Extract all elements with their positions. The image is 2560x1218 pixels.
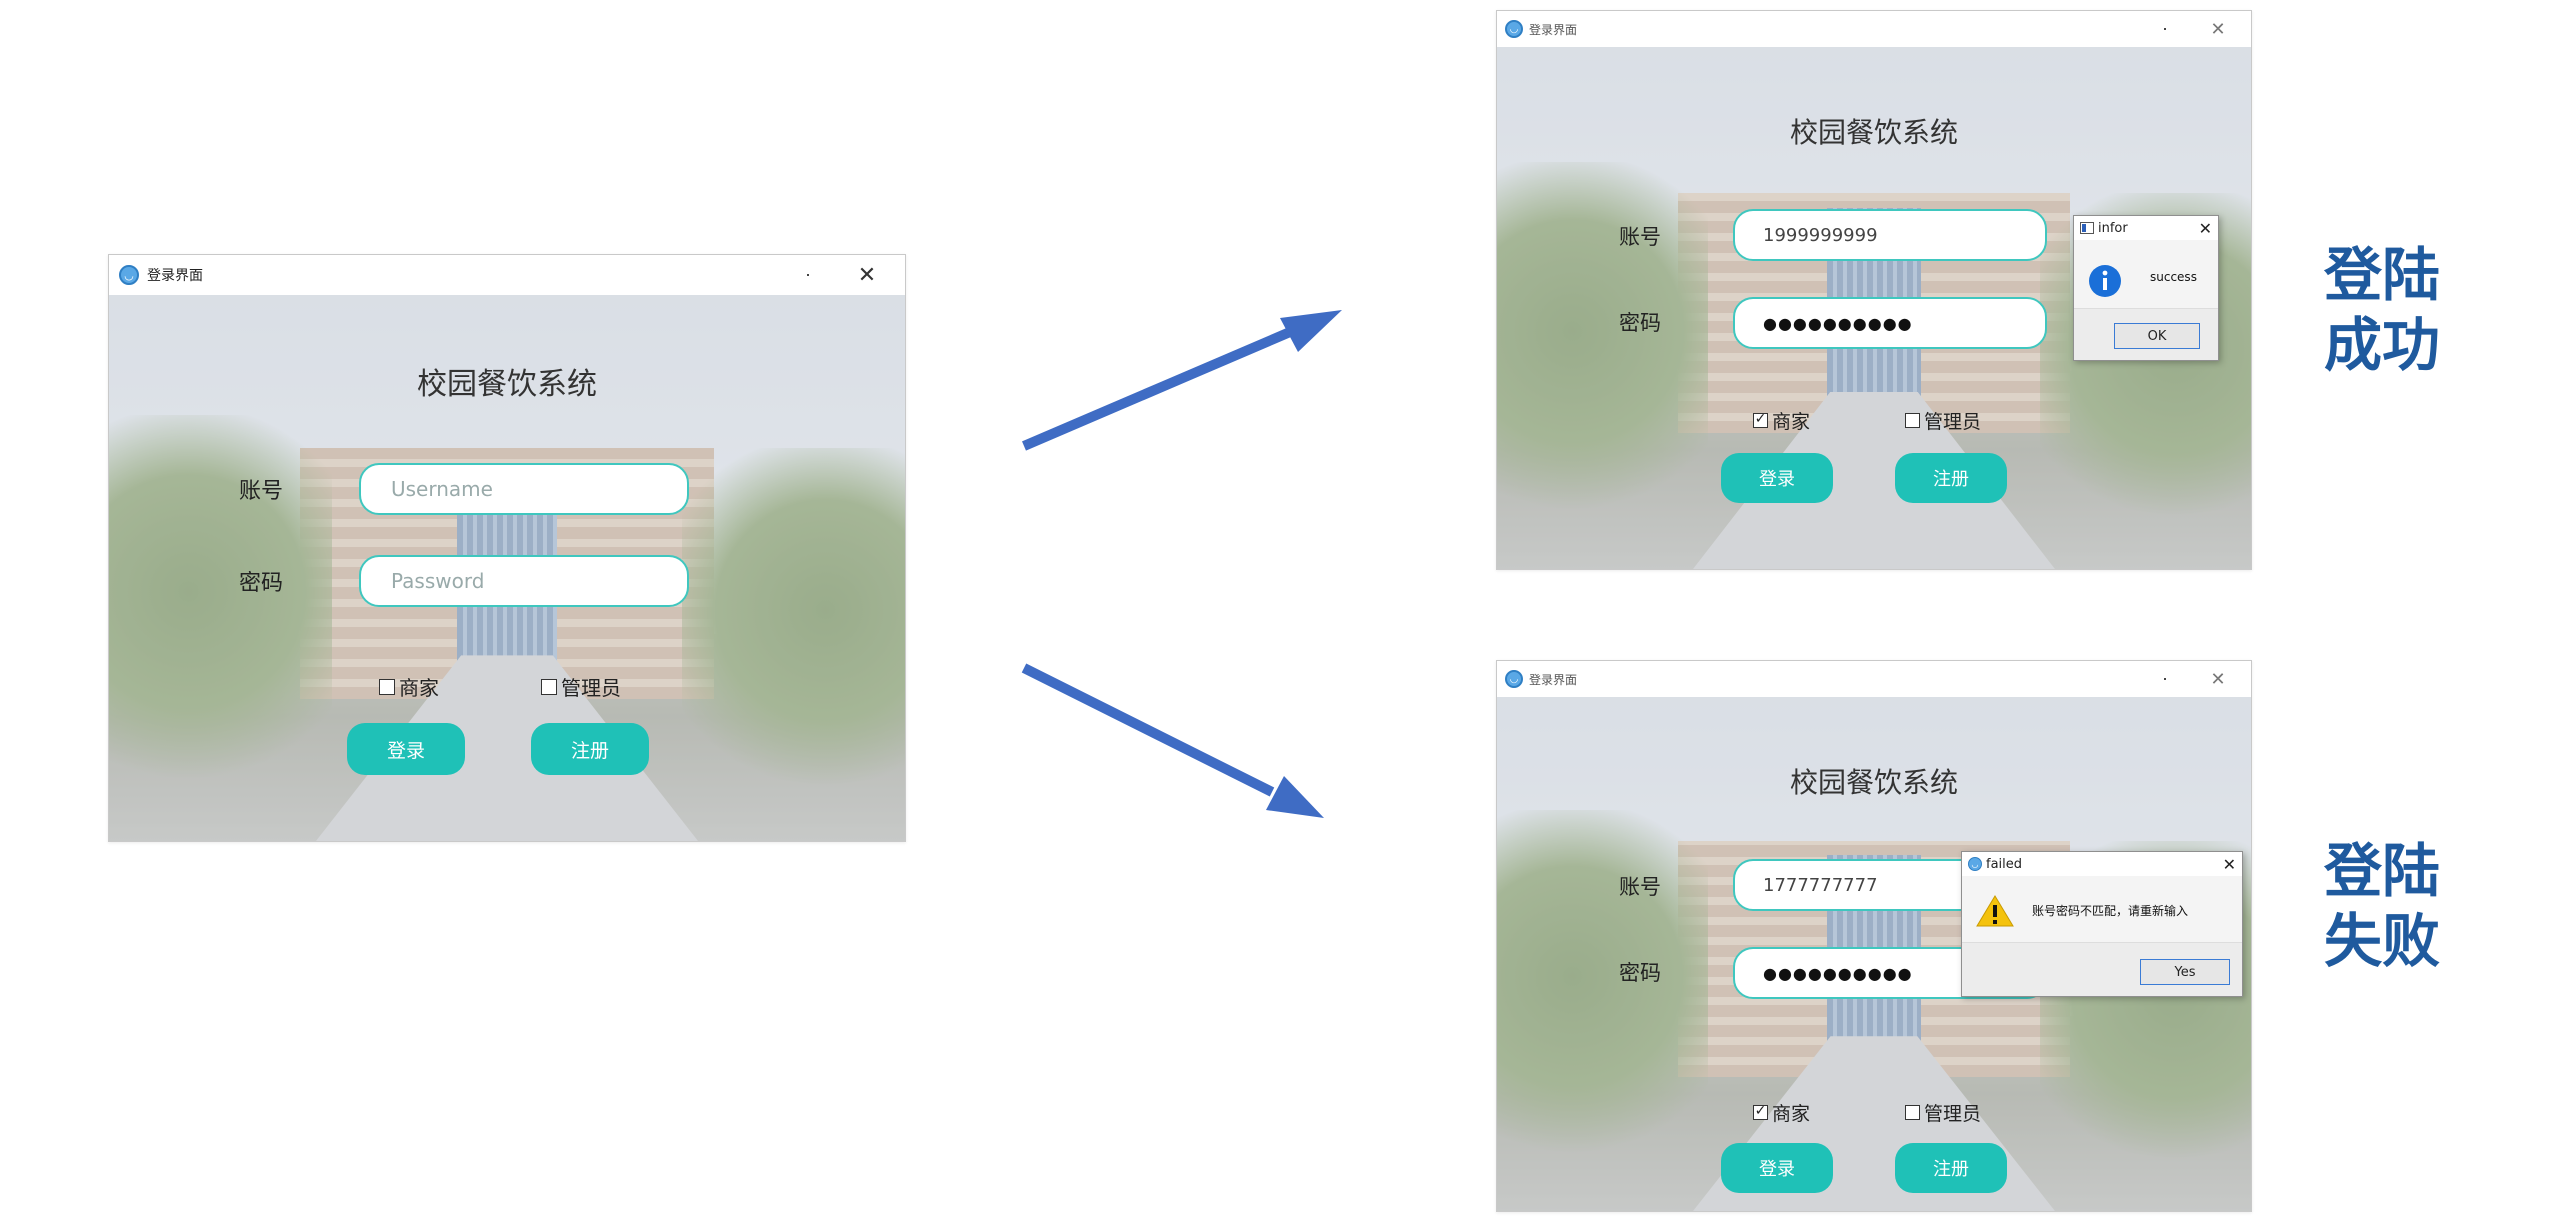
username-input[interactable]: 1999999999 [1733, 209, 2047, 261]
info-icon [2089, 265, 2121, 297]
warning-icon [1976, 895, 2014, 927]
checkbox-box[interactable] [1905, 1105, 1920, 1120]
dialog-title: failed [1986, 856, 2023, 872]
caption-line: 登陆 [2324, 837, 2441, 905]
app-logo-icon: ◡ [1505, 670, 1523, 688]
arrow-to-failure [1021, 663, 1324, 818]
title-bar: ◡ 登录界面 ✕ [1497, 11, 2251, 47]
minimize-button[interactable] [2081, 661, 2137, 697]
register-button[interactable]: 注册 [1895, 1143, 2007, 1193]
close-icon[interactable]: ✕ [2199, 219, 2212, 238]
arrow-to-success [1022, 310, 1342, 451]
account-label: 账号 [1619, 225, 1661, 249]
merchant-checkbox[interactable]: 商家 [1753, 1099, 1810, 1126]
failed-dialog: ◡ failed ✕ 账号密码不匹配，请重新输入 Yes [1961, 851, 2243, 997]
admin-label: 管理员 [1924, 1103, 1982, 1125]
register-button[interactable]: 注册 [1895, 453, 2007, 503]
merchant-label: 商家 [1772, 1103, 1811, 1125]
dialog-message: success [2150, 270, 2197, 284]
checkbox-box-checked[interactable] [1753, 411, 1768, 428]
maximize-button[interactable] [2137, 11, 2193, 47]
login-button[interactable]: 登录 [1721, 453, 1833, 503]
maximize-button[interactable] [2137, 661, 2193, 697]
dialog-message: 账号密码不匹配，请重新输入 [2032, 904, 2189, 918]
password-label: 密码 [1619, 311, 1661, 335]
title-bar: ◡ 登录界面 ✕ [1497, 661, 2251, 697]
checkbox-box[interactable] [1905, 413, 1920, 428]
caption-line: 成功 [2324, 311, 2441, 379]
merchant-checkbox[interactable]: 商家 [1753, 407, 1810, 434]
close-button[interactable]: ✕ [2193, 11, 2243, 47]
system-title: 校园餐饮系统 [1789, 766, 1958, 799]
login-panel: 校园餐饮系统 账号 1777777777 密码 ●●●●●●●●●● 商家 管理… [1497, 697, 2251, 1211]
admin-checkbox[interactable]: 管理员 [1905, 407, 1981, 434]
admin-checkbox[interactable]: 管理员 [1905, 1099, 1981, 1126]
login-panel: 校园餐饮系统 账号 1999999999 密码 ●●●●●●●●●● 商家 管理… [1497, 47, 2251, 569]
failure-caption: 登陆 失败 [2324, 836, 2440, 976]
password-label: 密码 [1619, 961, 1661, 985]
window-title: 登录界面 [1529, 672, 1578, 687]
login-button[interactable]: 登录 [1721, 1143, 1833, 1193]
app-logo-icon: ◡ [1968, 857, 1982, 871]
close-button[interactable]: ✕ [2193, 661, 2243, 697]
caption-line: 登陆 [2324, 241, 2441, 309]
account-label: 账号 [1619, 875, 1661, 899]
login-window-failure: ◡ 登录界面 ✕ 校园餐饮系统 账号 1777777777 密码 ●●●●●●●… [1496, 660, 2252, 1212]
login-window-success: ◡ 登录界面 ✕ 校园餐饮系统 账号 1999999999 密码 ●●●●●●●… [1496, 10, 2252, 570]
close-icon[interactable]: ✕ [2223, 855, 2236, 874]
caption-line: 失败 [2324, 907, 2441, 975]
app-logo-icon: ◡ [1505, 20, 1523, 38]
merchant-label: 商家 [1772, 411, 1811, 433]
minimize-button[interactable] [2081, 11, 2137, 47]
dialog-title-bar: infor ✕ [2074, 216, 2218, 240]
info-dialog: infor ✕ success OK [2073, 215, 2219, 361]
system-title: 校园餐饮系统 [1789, 116, 1958, 149]
admin-label: 管理员 [1924, 411, 1982, 433]
yes-button[interactable]: Yes [2140, 959, 2230, 985]
checkbox-box-checked[interactable] [1753, 1103, 1768, 1120]
dialog-footer: OK [2074, 308, 2218, 360]
window-title: 登录界面 [1529, 22, 1578, 37]
window-icon [2080, 222, 2094, 234]
ok-button[interactable]: OK [2114, 323, 2200, 349]
password-input[interactable]: ●●●●●●●●●● [1733, 297, 2047, 349]
success-caption: 登陆 成功 [2324, 240, 2440, 380]
dialog-title: infor [2098, 220, 2128, 236]
dialog-footer: Yes [1962, 942, 2242, 996]
dialog-title-bar: ◡ failed ✕ [1962, 852, 2242, 876]
